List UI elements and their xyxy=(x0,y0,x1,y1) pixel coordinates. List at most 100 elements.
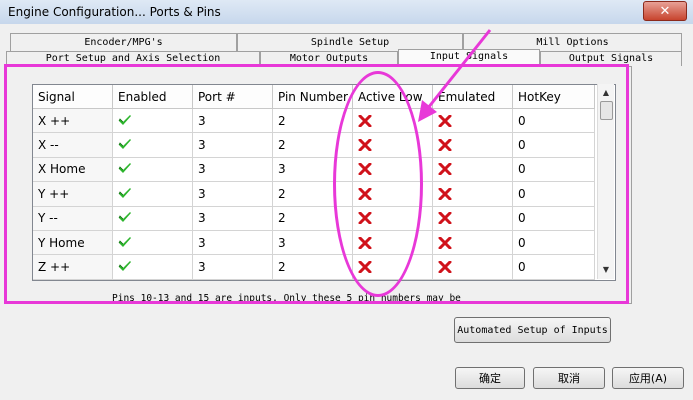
column-header-hotkey[interactable]: HotKey xyxy=(513,85,595,109)
column-header-signal[interactable]: Signal xyxy=(33,85,113,109)
port-cell[interactable]: 3 xyxy=(193,109,273,134)
enabled-cell[interactable] xyxy=(113,157,193,183)
apply-button[interactable]: 应用(A) xyxy=(612,367,684,389)
hotkey-cell[interactable]: 0 xyxy=(513,157,595,183)
green-check-icon xyxy=(118,163,132,175)
input-signals-grid[interactable]: Signal Enabled Port # Pin Number Active … xyxy=(32,84,616,281)
hotkey-cell[interactable]: 0 xyxy=(513,109,595,134)
active-low-cell[interactable] xyxy=(353,182,433,207)
active-low-cell[interactable] xyxy=(353,157,433,183)
column-header-port[interactable]: Port # xyxy=(193,85,273,109)
green-check-icon xyxy=(118,236,132,249)
scroll-thumb[interactable] xyxy=(600,101,613,120)
red-x-icon xyxy=(358,114,372,127)
red-x-icon xyxy=(438,163,452,176)
hotkey-cell[interactable]: 0 xyxy=(513,206,595,231)
emulated-cell[interactable] xyxy=(433,206,513,231)
emulated-cell[interactable] xyxy=(433,182,513,207)
pin-cell[interactable]: 3 xyxy=(273,157,353,183)
green-check-icon xyxy=(118,114,132,127)
red-x-icon xyxy=(358,163,372,176)
enabled-cell[interactable] xyxy=(113,182,193,207)
table-row[interactable]: X ++ 3 2 0 xyxy=(33,109,595,134)
enabled-cell[interactable] xyxy=(113,230,193,256)
port-cell[interactable]: 3 xyxy=(193,157,273,183)
signal-cell[interactable]: Y Home xyxy=(33,230,113,256)
signal-cell[interactable]: X ++ xyxy=(33,109,113,134)
tab-input-signals[interactable]: Input Signals xyxy=(398,49,540,67)
red-x-icon xyxy=(358,139,372,152)
active-low-cell[interactable] xyxy=(353,133,433,158)
tab-encoder-mpgs[interactable]: Encoder/MPG's xyxy=(10,33,237,51)
active-low-cell[interactable] xyxy=(353,230,433,256)
tab-output-signals[interactable]: Output Signals xyxy=(540,51,682,66)
red-x-icon xyxy=(438,139,452,152)
port-cell[interactable]: 3 xyxy=(193,182,273,207)
red-x-icon xyxy=(438,212,452,225)
port-cell[interactable]: 3 xyxy=(193,206,273,231)
red-x-icon xyxy=(358,187,372,200)
emulated-cell[interactable] xyxy=(433,230,513,256)
green-check-icon xyxy=(118,212,132,224)
emulated-cell[interactable] xyxy=(433,133,513,158)
table-row[interactable]: X -- 3 2 0 xyxy=(33,133,595,158)
tab-label: Motor Outputs xyxy=(289,53,369,64)
title-bar: Engine Configuration... Ports & Pins ✕ xyxy=(0,0,693,24)
pin-cell[interactable]: 2 xyxy=(273,255,353,280)
port-cell[interactable]: 3 xyxy=(193,133,273,158)
cancel-button[interactable]: 取消 xyxy=(533,367,605,389)
enabled-cell[interactable] xyxy=(113,206,193,231)
pin-cell[interactable]: 2 xyxy=(273,109,353,134)
port-cell[interactable]: 3 xyxy=(193,230,273,256)
tab-motor-outputs[interactable]: Motor Outputs xyxy=(260,51,398,66)
emulated-cell[interactable] xyxy=(433,109,513,134)
close-icon: ✕ xyxy=(659,3,671,19)
grid-scrollbar[interactable]: ▲ ▼ xyxy=(597,84,614,279)
automated-setup-button[interactable]: Automated Setup of Inputs xyxy=(454,317,611,343)
column-header-active-low[interactable]: Active Low xyxy=(353,85,433,109)
green-check-icon xyxy=(118,139,132,151)
pin-cell[interactable]: 3 xyxy=(273,230,353,256)
close-button[interactable]: ✕ xyxy=(643,1,687,21)
column-header-emulated[interactable]: Emulated xyxy=(433,85,513,109)
port-cell[interactable]: 3 xyxy=(193,255,273,280)
hotkey-cell[interactable]: 0 xyxy=(513,255,595,280)
enabled-cell[interactable] xyxy=(113,255,193,280)
pin-note: Pins 10-13 and 15 are inputs. Only these… xyxy=(112,293,461,304)
tab-label: Mill Options xyxy=(536,37,609,48)
pin-cell[interactable]: 2 xyxy=(273,206,353,231)
active-low-cell[interactable] xyxy=(353,255,433,280)
hotkey-cell[interactable]: 0 xyxy=(513,133,595,158)
tab-label: Output Signals xyxy=(568,53,654,64)
scroll-down-icon[interactable]: ▼ xyxy=(598,263,614,277)
table-row[interactable]: Y -- 3 2 0 xyxy=(33,206,595,231)
emulated-cell[interactable] xyxy=(433,157,513,183)
signal-cell[interactable]: Y -- xyxy=(33,206,113,231)
signal-cell[interactable]: X Home xyxy=(33,157,113,183)
red-x-icon xyxy=(358,261,372,274)
column-header-pin-number[interactable]: Pin Number xyxy=(273,85,353,109)
table-row[interactable]: Y ++ 3 2 0 xyxy=(33,182,595,207)
active-low-cell[interactable] xyxy=(353,109,433,134)
red-x-icon xyxy=(438,187,452,200)
grid-header: Signal Enabled Port # Pin Number Active … xyxy=(33,85,595,109)
table-row[interactable]: Z ++ 3 2 0 xyxy=(33,255,595,280)
signal-cell[interactable]: X -- xyxy=(33,133,113,158)
ok-button[interactable]: 确定 xyxy=(455,367,525,389)
emulated-cell[interactable] xyxy=(433,255,513,280)
hotkey-cell[interactable]: 0 xyxy=(513,230,595,256)
signal-cell[interactable]: Y ++ xyxy=(33,182,113,207)
scroll-up-icon[interactable]: ▲ xyxy=(598,86,614,100)
enabled-cell[interactable] xyxy=(113,109,193,134)
signal-cell[interactable]: Z ++ xyxy=(33,255,113,280)
hotkey-cell[interactable]: 0 xyxy=(513,182,595,207)
column-header-enabled[interactable]: Enabled xyxy=(113,85,193,109)
pin-cell[interactable]: 2 xyxy=(273,182,353,207)
active-low-cell[interactable] xyxy=(353,206,433,231)
enabled-cell[interactable] xyxy=(113,133,193,158)
pin-cell[interactable]: 2 xyxy=(273,133,353,158)
table-row[interactable]: Y Home 3 3 0 xyxy=(33,230,595,256)
table-row[interactable]: X Home 3 3 0 xyxy=(33,157,595,183)
tab-label: Encoder/MPG's xyxy=(84,37,163,48)
tab-port-setup[interactable]: Port Setup and Axis Selection xyxy=(6,51,260,66)
